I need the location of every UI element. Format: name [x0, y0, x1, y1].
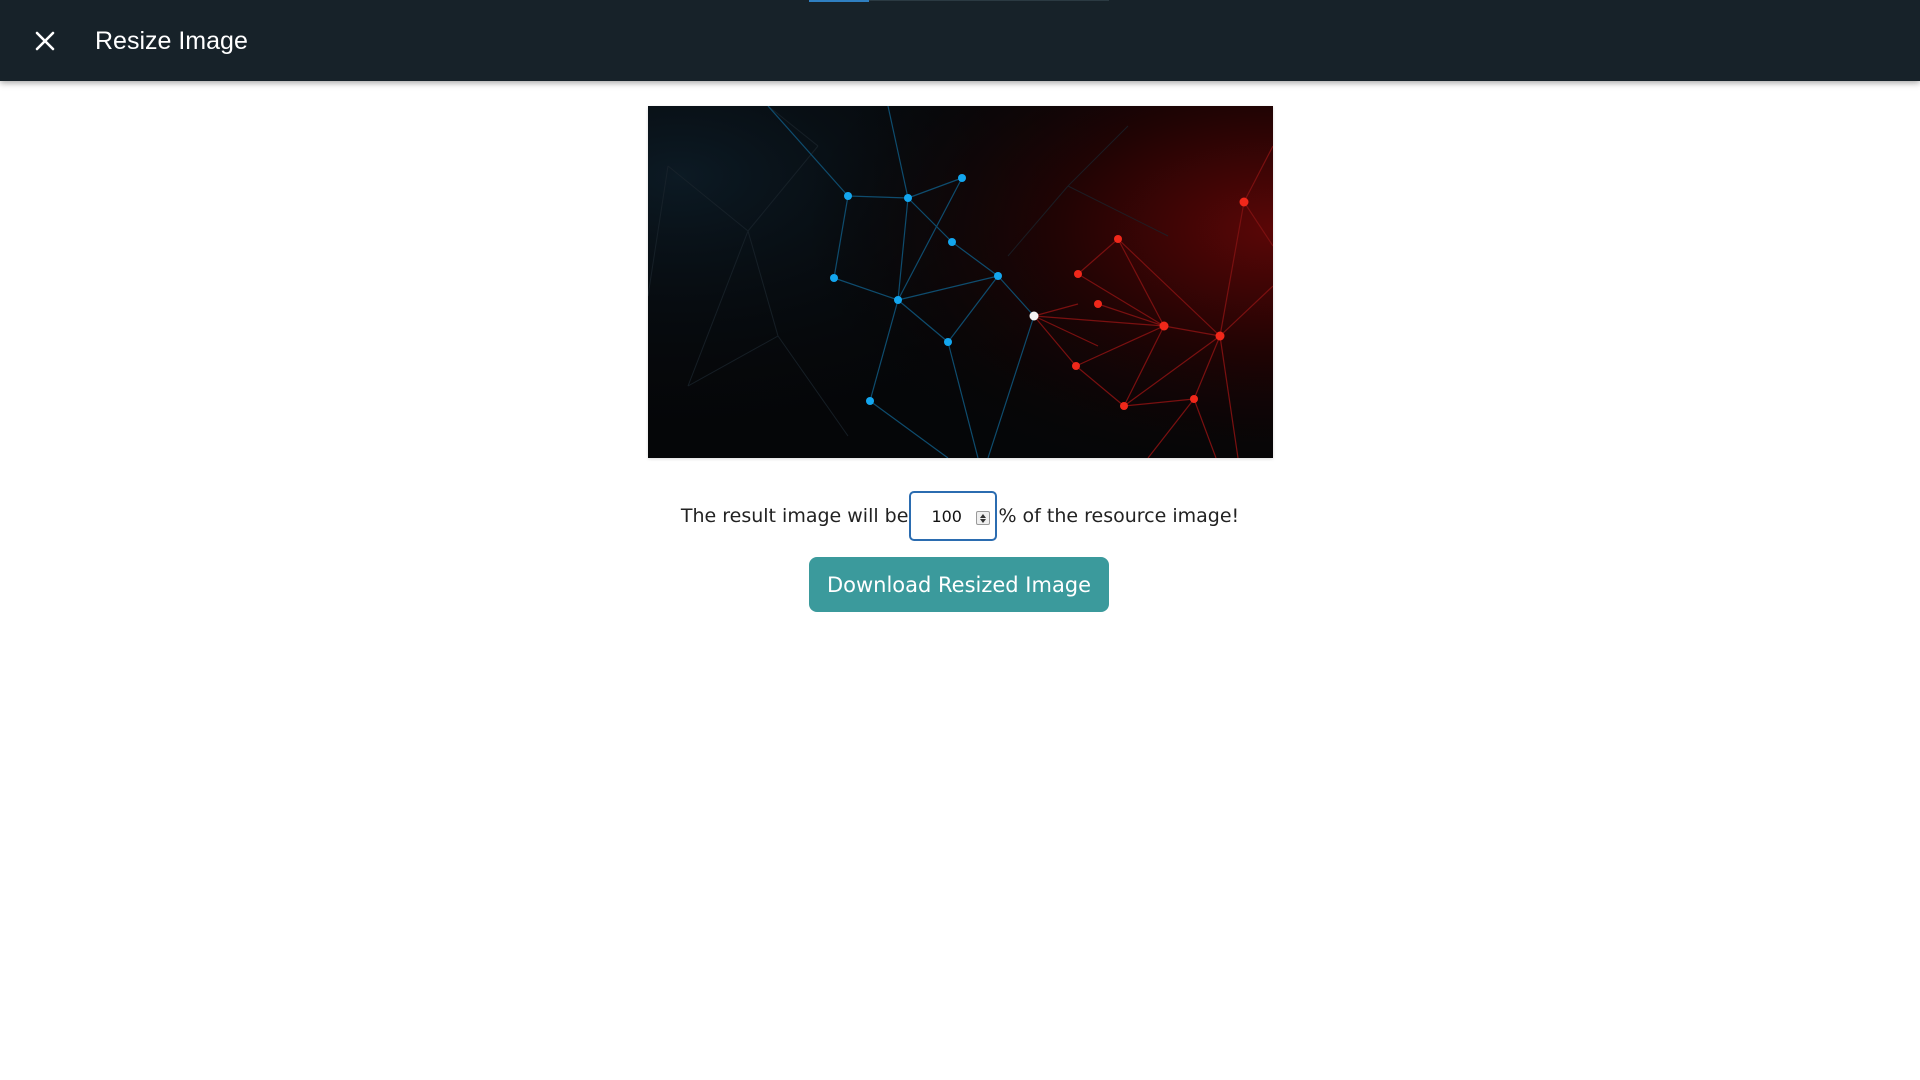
- header-divider: [869, 0, 1109, 1]
- network-nodes-image: [648, 106, 1273, 458]
- spinner-control[interactable]: [976, 511, 991, 525]
- active-tab-indicator: [809, 0, 869, 2]
- page-title: Resize Image: [95, 27, 248, 55]
- chevron-up-icon[interactable]: [980, 513, 987, 518]
- scale-percent-field[interactable]: [909, 491, 998, 541]
- chevron-down-icon[interactable]: [980, 518, 987, 523]
- scale-suffix-label: % of the resource image!: [998, 505, 1240, 527]
- scale-percent-input[interactable]: [911, 493, 982, 539]
- scale-prefix-label: The result image will be: [680, 505, 909, 527]
- image-preview: [648, 106, 1273, 458]
- close-button[interactable]: [28, 24, 62, 58]
- download-resized-image-button[interactable]: Download Resized Image: [809, 557, 1109, 612]
- app-header: Resize Image: [0, 0, 1920, 81]
- scale-control-row: The result image will be % of the resour…: [0, 488, 1920, 544]
- close-icon: [35, 31, 55, 51]
